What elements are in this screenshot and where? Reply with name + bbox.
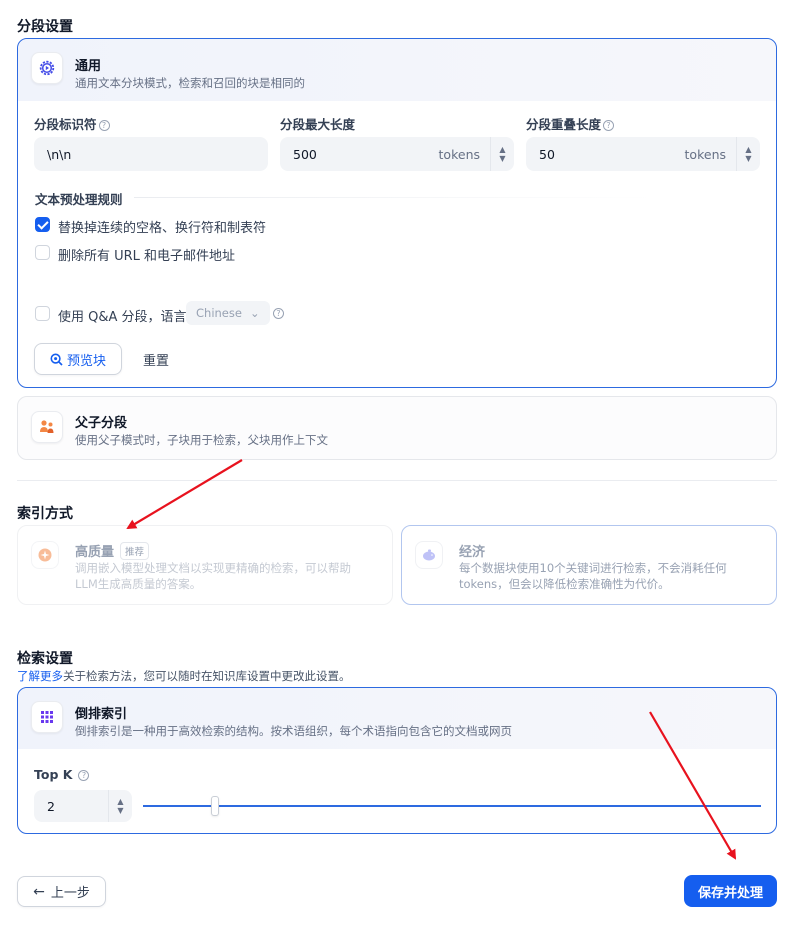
annotation-arrows <box>126 459 737 860</box>
arrow-to-save-button <box>649 711 737 860</box>
arrow-to-high-quality <box>126 459 243 530</box>
